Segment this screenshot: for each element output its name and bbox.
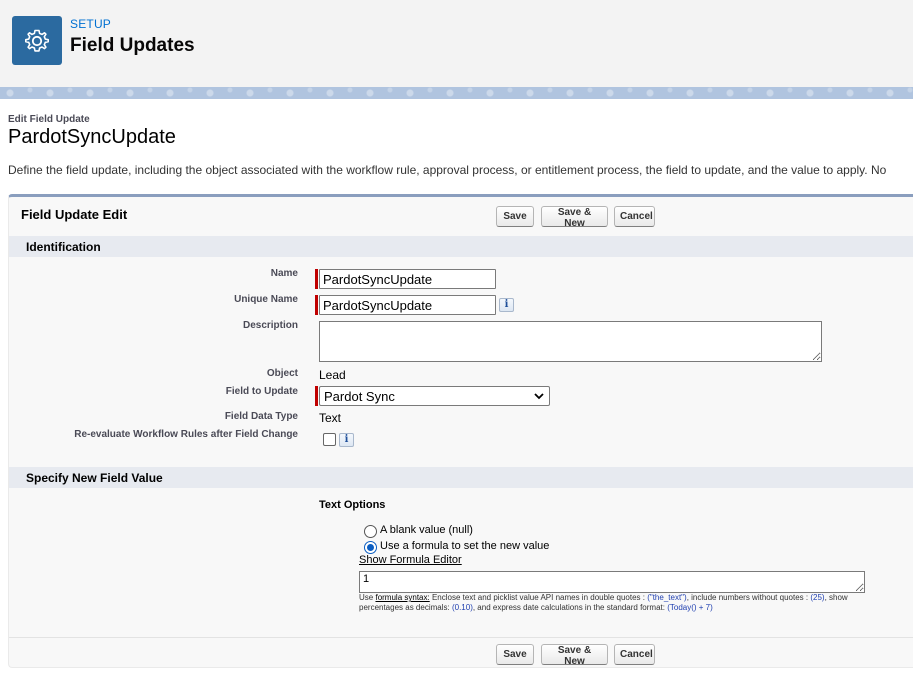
block-title: Field Update Edit: [21, 207, 128, 222]
cancel-button-bottom[interactable]: Cancel: [614, 644, 655, 665]
help-use: Use: [359, 593, 374, 602]
decorative-banner: [0, 87, 913, 99]
object-value: Lead: [319, 368, 346, 382]
show-formula-editor-link[interactable]: Show Formula Editor: [359, 554, 462, 566]
setup-label: SETUP: [70, 17, 112, 31]
radio-use-formula-label: Use a formula to set the new value: [380, 540, 550, 552]
reevaluate-info-icon[interactable]: i: [339, 433, 354, 447]
formula-syntax-link[interactable]: formula syntax:: [375, 593, 429, 602]
name-input[interactable]: [319, 269, 496, 289]
setup-app-icon: [12, 16, 62, 65]
unique-name-input[interactable]: [319, 295, 496, 315]
description-label: Description: [242, 320, 298, 331]
save-new-button-top[interactable]: Save & New: [541, 206, 608, 229]
cancel-button-top[interactable]: Cancel: [614, 206, 655, 227]
save-new-button-bottom[interactable]: Save & New: [541, 644, 608, 667]
reevaluate-checkbox[interactable]: [323, 433, 336, 446]
field-to-update-select[interactable]: Pardot Sync: [319, 386, 550, 406]
field-to-update-selected: Pardot Sync: [324, 389, 395, 404]
unique-name-info-icon[interactable]: i: [499, 298, 514, 312]
description-textarea[interactable]: [319, 321, 822, 362]
text-options-label: Text Options: [319, 499, 386, 511]
page-heading: Edit Field Update PardotSyncUpdate: [8, 114, 176, 149]
field-data-type-label: Field Data Type: [224, 411, 298, 422]
radio-blank-value[interactable]: [364, 525, 377, 538]
bottom-divider: [9, 637, 913, 638]
required-indicator-unique-name: [315, 295, 318, 315]
identification-section-header: Identification: [9, 236, 913, 257]
field-data-type-value: Text: [319, 411, 342, 425]
unique-name-label: Unique Name: [234, 294, 298, 305]
required-indicator-field-to-update: [315, 386, 318, 406]
save-button-top[interactable]: Save: [496, 206, 534, 227]
object-label: Object: [266, 368, 298, 379]
header-title: Field Updates: [70, 35, 195, 56]
help-example-percent: (0.10): [451, 603, 473, 612]
required-indicator-name: [315, 269, 318, 289]
new-value-section-header: Specify New Field Value: [9, 467, 913, 488]
record-title: PardotSyncUpdate: [8, 126, 176, 148]
help-part2: , include numbers without quotes :: [686, 593, 809, 602]
formula-help-text: Use formula syntax: Enclose text and pic…: [359, 593, 869, 613]
setup-header: SETUP Field Updates: [0, 0, 913, 87]
reevaluate-label: Re-evaluate Workflow Rules after Field C…: [74, 429, 298, 440]
help-example-date: (Today() + 7): [667, 603, 713, 612]
help-example-number: (25): [810, 593, 825, 602]
name-label: Name: [270, 268, 298, 279]
field-to-update-label: Field to Update: [225, 386, 298, 397]
radio-blank-value-label: A blank value (null): [380, 524, 473, 536]
chevron-down-icon: [534, 393, 544, 400]
radio-use-formula[interactable]: [364, 541, 377, 554]
help-part4: , and express date calculations in the s…: [472, 603, 665, 612]
gear-icon: [25, 29, 49, 52]
formula-textarea[interactable]: [359, 571, 865, 593]
help-example-text: ("the_text"): [647, 593, 687, 602]
page-description: Define the field update, including the o…: [8, 163, 887, 177]
field-update-edit-block: Field Update Edit Save Save & New Cancel…: [8, 194, 913, 668]
edit-label: Edit Field Update: [8, 114, 90, 125]
save-button-bottom[interactable]: Save: [496, 644, 534, 665]
help-part1: Enclose text and picklist value API name…: [431, 593, 645, 602]
